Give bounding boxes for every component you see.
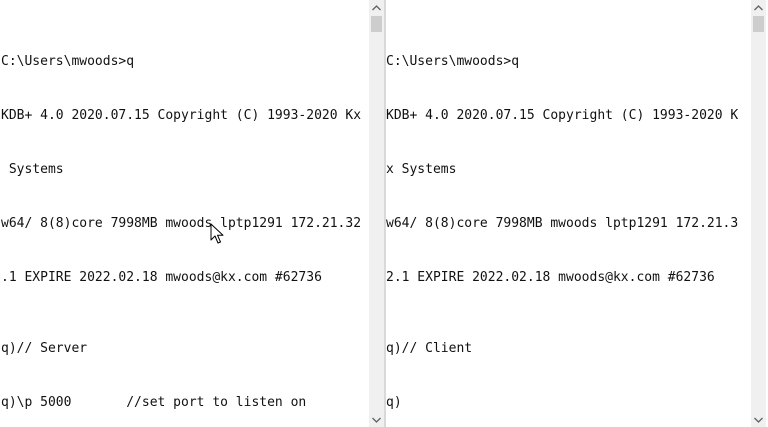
server-vertical-scrollbar[interactable] [369,0,384,427]
console-line: C:\Users\mwoods>q [386,54,520,69]
server-terminal-pane[interactable]: C:\Users\mwoods>q KDB+ 4.0 2020.07.15 Co… [0,0,369,427]
console-line: Systems [1,162,64,177]
console-line: w64/ 8(8)core 7998MB mwoods lptp1291 172… [386,216,739,231]
console-line: C:\Users\mwoods>q [1,54,135,69]
server-console-output[interactable]: C:\Users\mwoods>q KDB+ 4.0 2020.07.15 Co… [1,17,361,427]
console-prompt-line[interactable]: q) [386,394,738,412]
scrollbar-thumb[interactable] [753,16,764,32]
chevron-down-icon[interactable] [751,412,766,427]
console-line: 2.1 EXPIRE 2022.02.18 mwoods@kx.com #627… [386,270,715,285]
chevron-down-icon[interactable] [369,412,384,427]
client-vertical-scrollbar[interactable] [751,0,766,427]
console-line: q)// Server [1,341,88,356]
chevron-up-icon[interactable] [369,0,384,15]
console-prompt-line[interactable]: q)\p 5000 //set port to listen on [1,394,361,412]
console-line: KDB+ 4.0 2020.07.15 Copyright (C) 1993-2… [386,108,739,123]
mouse-pointer-icon [210,223,224,244]
console-line: x Systems [386,162,457,177]
console-line: .1 EXPIRE 2022.02.18 mwoods@kx.com #6273… [1,270,322,285]
client-terminal-pane[interactable]: C:\Users\mwoods>q KDB+ 4.0 2020.07.15 Co… [386,0,751,427]
split-terminal-window: C:\Users\mwoods>q KDB+ 4.0 2020.07.15 Co… [0,0,768,427]
console-line: KDB+ 4.0 2020.07.15 Copyright (C) 1993-2… [1,108,362,123]
console-line: w64/ 8(8)core 7998MB mwoods lptp1291 172… [1,216,362,231]
console-line: q)// Client [386,341,473,356]
client-console-output[interactable]: C:\Users\mwoods>q KDB+ 4.0 2020.07.15 Co… [386,17,738,427]
chevron-up-icon[interactable] [751,0,766,15]
scrollbar-thumb[interactable] [371,16,382,32]
